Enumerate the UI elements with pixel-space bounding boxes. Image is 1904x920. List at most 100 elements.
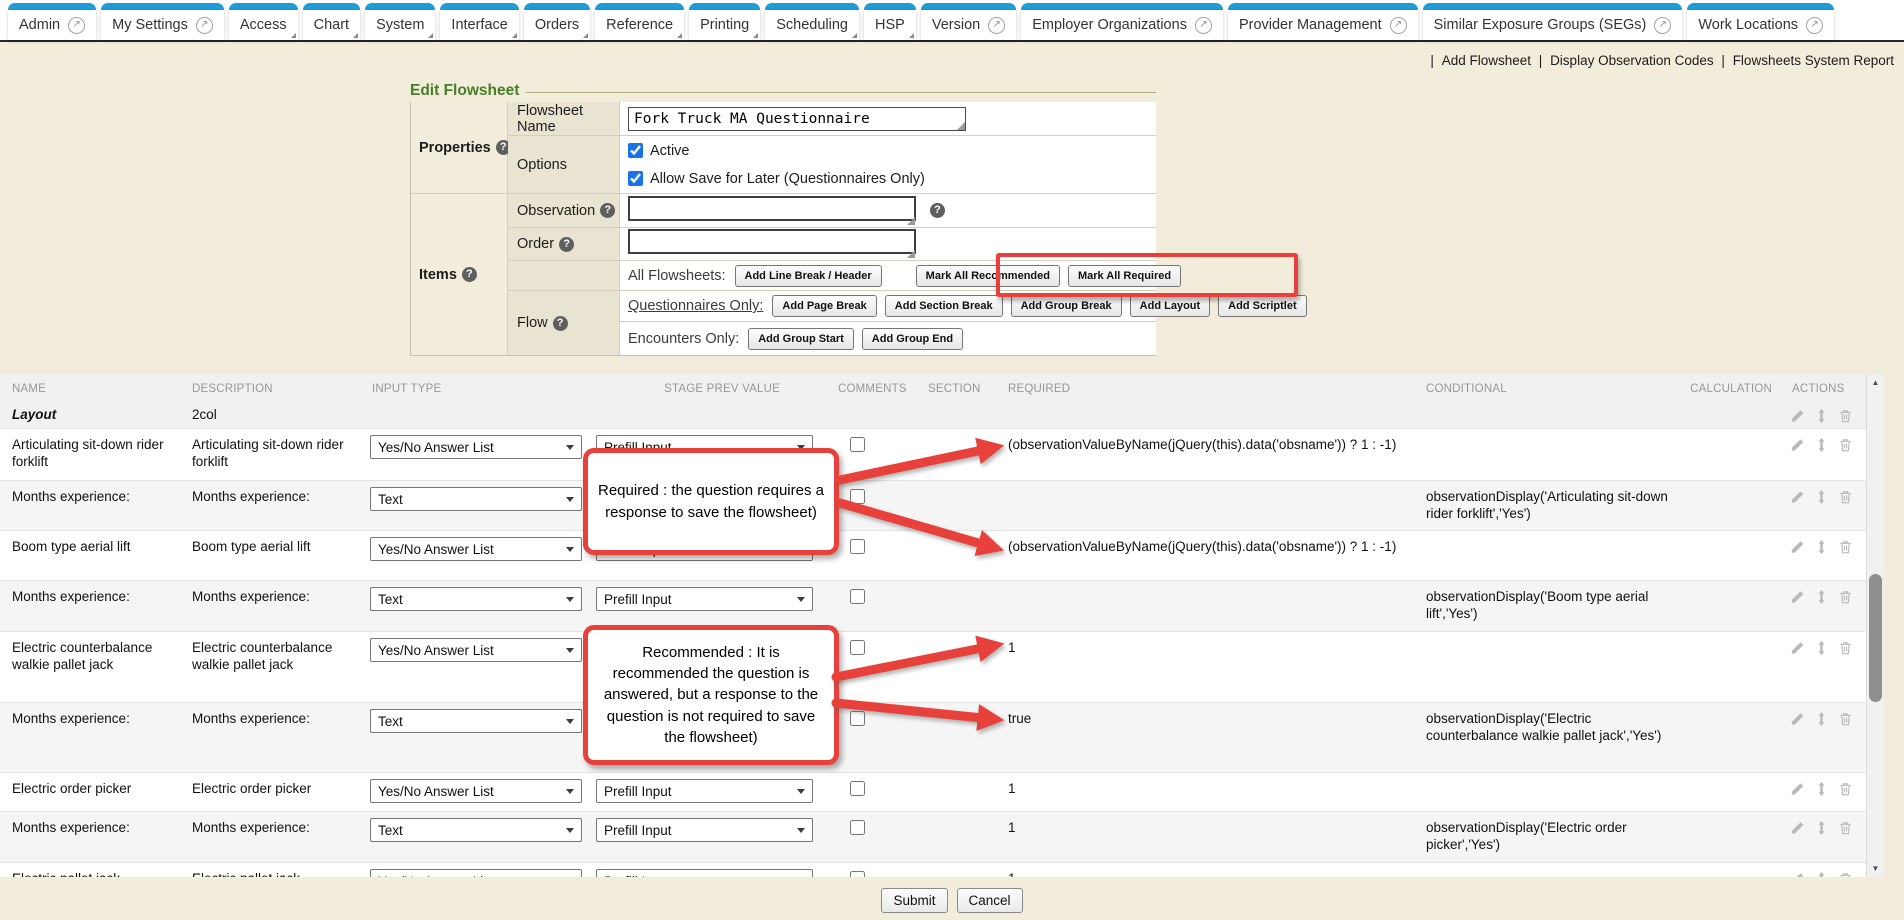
tab-reference[interactable]: Reference (595, 3, 684, 40)
delete-trash-icon[interactable] (1838, 589, 1853, 605)
delete-trash-icon[interactable] (1838, 781, 1853, 797)
help-icon[interactable]: ? (930, 203, 945, 218)
delete-trash-icon[interactable] (1838, 820, 1853, 836)
tab-access[interactable]: Access (229, 3, 298, 40)
tab-chart[interactable]: Chart (303, 3, 360, 40)
edit-pencil-icon[interactable] (1790, 589, 1805, 605)
tab-my-settings[interactable]: My Settings↗ (101, 3, 224, 40)
resize-grip-icon[interactable] (957, 122, 965, 130)
stage-prev-value-select[interactable]: Prefill Input (596, 818, 813, 842)
stage-prev-value-select[interactable]: Prefill Input (596, 869, 813, 877)
tab-orders[interactable]: Orders (524, 3, 590, 40)
delete-trash-icon[interactable] (1838, 871, 1853, 877)
input-type-select[interactable]: Yes/No Answer List (370, 779, 582, 803)
comments-checkbox[interactable] (850, 711, 865, 726)
help-icon[interactable]: ? (553, 316, 568, 331)
edit-pencil-icon[interactable] (1790, 408, 1805, 424)
edit-pencil-icon[interactable] (1790, 489, 1805, 505)
tab-interface[interactable]: Interface (440, 3, 518, 40)
tab-version[interactable]: Version↗ (921, 3, 1016, 40)
tab-system[interactable]: System (365, 3, 435, 40)
input-type-select[interactable]: Yes/No Answer List (370, 638, 582, 662)
tab-admin[interactable]: Admin↗ (8, 3, 96, 40)
delete-trash-icon[interactable] (1838, 489, 1853, 505)
add-line-break-header-button[interactable]: Add Line Break / Header (735, 265, 882, 287)
tab-employer-organizations[interactable]: Employer Organizations↗ (1021, 3, 1223, 40)
comments-checkbox[interactable] (850, 640, 865, 655)
input-type-select[interactable]: Text (370, 709, 582, 733)
delete-trash-icon[interactable] (1838, 711, 1853, 727)
delete-trash-icon[interactable] (1838, 539, 1853, 555)
comments-checkbox[interactable] (850, 589, 865, 604)
resize-grip-icon[interactable] (907, 250, 915, 258)
input-type-select[interactable]: Yes/No Answer List (370, 537, 582, 561)
scrollbar-thumb[interactable] (1869, 574, 1882, 702)
resize-grip-icon[interactable] (907, 217, 915, 225)
add-section-break-button[interactable]: Add Section Break (885, 295, 1003, 317)
allow-save-for-later-checkbox[interactable] (628, 171, 643, 186)
input-type-select[interactable]: Yes/No Answer List (370, 869, 582, 877)
move-updown-icon[interactable] (1814, 408, 1829, 424)
move-updown-icon[interactable] (1814, 711, 1829, 727)
scroll-up-arrow[interactable]: ▲ (1867, 374, 1883, 391)
display-observation-codes-link[interactable]: Display Observation Codes (1550, 53, 1714, 68)
stage-prev-value-select[interactable]: Prefill Input (596, 779, 813, 803)
mark-all-required-button[interactable]: Mark All Required (1068, 265, 1181, 287)
move-updown-icon[interactable] (1814, 640, 1829, 656)
edit-pencil-icon[interactable] (1790, 711, 1805, 727)
delete-trash-icon[interactable] (1838, 437, 1853, 453)
add-group-end-button[interactable]: Add Group End (862, 328, 963, 350)
move-updown-icon[interactable] (1814, 781, 1829, 797)
edit-pencil-icon[interactable] (1790, 539, 1805, 555)
order-input[interactable] (628, 229, 916, 254)
comments-checkbox[interactable] (850, 871, 865, 877)
tab-hsp[interactable]: HSP (864, 3, 916, 40)
add-page-break-button[interactable]: Add Page Break (772, 295, 876, 317)
help-icon[interactable]: ? (600, 203, 615, 218)
add-flowsheet-link[interactable]: Add Flowsheet (1442, 53, 1531, 68)
scroll-down-arrow[interactable]: ▼ (1867, 860, 1883, 877)
move-updown-icon[interactable] (1814, 871, 1829, 877)
move-updown-icon[interactable] (1814, 589, 1829, 605)
comments-checkbox[interactable] (850, 820, 865, 835)
input-type-select[interactable]: Text (370, 587, 582, 611)
input-type-select[interactable]: Text (370, 818, 582, 842)
comments-checkbox[interactable] (850, 539, 865, 554)
edit-pencil-icon[interactable] (1790, 820, 1805, 836)
flowsheets-system-report-link[interactable]: Flowsheets System Report (1733, 53, 1894, 68)
cancel-button[interactable]: Cancel (957, 888, 1023, 913)
tab-printing[interactable]: Printing (689, 3, 760, 40)
input-type-select[interactable]: Text (370, 487, 582, 511)
table-scrollbar[interactable]: ▲ ▼ (1866, 374, 1883, 877)
tab-scheduling[interactable]: Scheduling (765, 3, 859, 40)
add-layout-button[interactable]: Add Layout (1130, 295, 1211, 317)
active-checkbox[interactable] (628, 143, 643, 158)
tab-work-locations[interactable]: Work Locations↗ (1687, 3, 1834, 40)
comments-checkbox[interactable] (850, 437, 865, 452)
move-updown-icon[interactable] (1814, 489, 1829, 505)
help-icon[interactable]: ? (559, 237, 574, 252)
add-group-start-button[interactable]: Add Group Start (748, 328, 854, 350)
add-scriptlet-button[interactable]: Add Scriptlet (1218, 295, 1306, 317)
comments-checkbox[interactable] (850, 489, 865, 504)
delete-trash-icon[interactable] (1838, 640, 1853, 656)
tab-provider-management[interactable]: Provider Management↗ (1228, 3, 1418, 40)
flowsheet-name-input[interactable] (628, 107, 966, 131)
add-group-break-button[interactable]: Add Group Break (1011, 295, 1122, 317)
edit-pencil-icon[interactable] (1790, 640, 1805, 656)
observation-input[interactable] (628, 196, 916, 221)
delete-trash-icon[interactable] (1838, 408, 1853, 424)
tab-similar-exposure-groups[interactable]: Similar Exposure Groups (SEGs)↗ (1423, 3, 1683, 40)
edit-pencil-icon[interactable] (1790, 437, 1805, 453)
move-updown-icon[interactable] (1814, 539, 1829, 555)
submit-button[interactable]: Submit (881, 888, 947, 913)
stage-prev-value-select[interactable]: Prefill Input (596, 587, 813, 611)
move-updown-icon[interactable] (1814, 820, 1829, 836)
help-icon[interactable]: ? (462, 267, 477, 282)
edit-pencil-icon[interactable] (1790, 781, 1805, 797)
input-type-select[interactable]: Yes/No Answer List (370, 435, 582, 459)
move-updown-icon[interactable] (1814, 437, 1829, 453)
mark-all-recommended-button[interactable]: Mark All Recommended (916, 265, 1060, 287)
comments-checkbox[interactable] (850, 781, 865, 796)
edit-pencil-icon[interactable] (1790, 871, 1805, 877)
